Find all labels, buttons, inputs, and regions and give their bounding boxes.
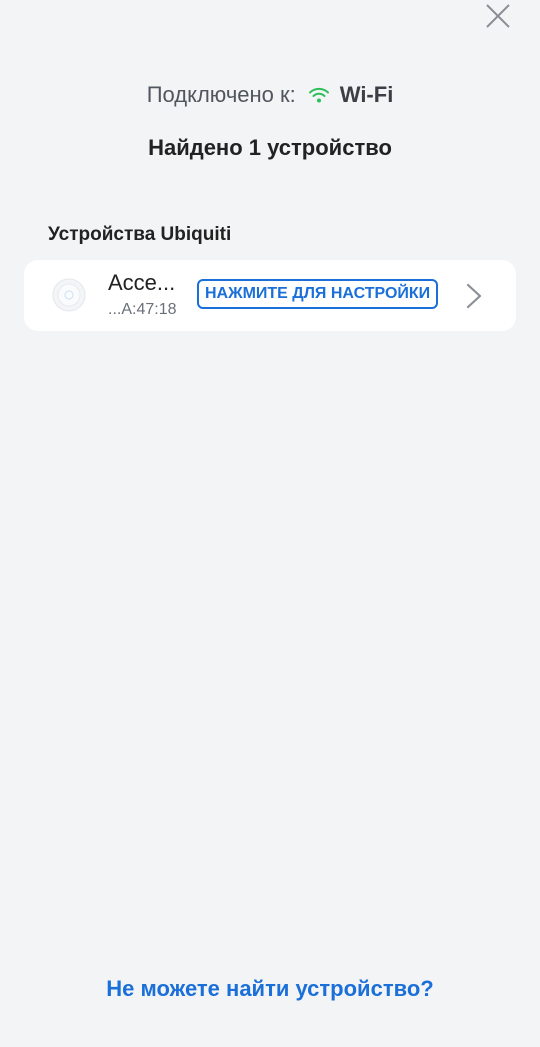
access-point-icon: [52, 278, 86, 312]
device-mac: ...A:47:18: [108, 301, 177, 318]
close-icon: [486, 4, 510, 28]
cant-find-device-link[interactable]: Не можете найти устройство?: [0, 976, 540, 1002]
device-name: Acce...: [108, 270, 176, 295]
close-button[interactable]: [484, 2, 512, 30]
connection-label: Подключено к:: [146, 82, 296, 107]
section-title: Устройства Ubiquiti: [48, 224, 232, 245]
setup-button[interactable]: НАЖМИТЕ ДЛЯ НАСТРОЙКИ: [197, 279, 439, 309]
connection-status: Подключено к: Wi-Fi: [0, 82, 540, 108]
scan-result-title: Найдено 1 устройство: [148, 135, 392, 160]
network-name: Wi-Fi: [339, 82, 394, 107]
wifi-icon: [308, 87, 329, 103]
device-card[interactable]: Acce... ...A:47:18 НАЖМИТЕ ДЛЯ НАСТРОЙКИ: [24, 260, 516, 331]
chevron-right-icon: [466, 283, 482, 309]
